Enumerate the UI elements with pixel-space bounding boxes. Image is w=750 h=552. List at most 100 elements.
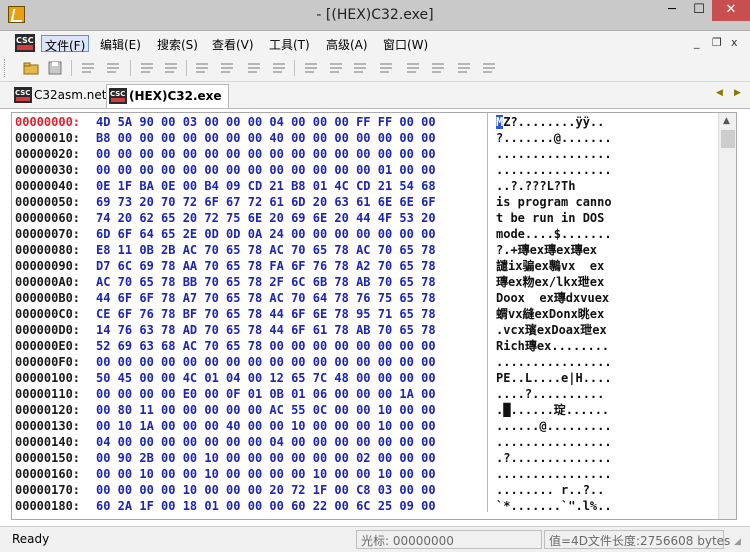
- row-hex-bytes[interactable]: 74 20 62 65 20 72 75 6E 20 69 6E 20 44 4…: [96, 210, 436, 226]
- row-ascii[interactable]: ................: [496, 146, 612, 162]
- row-hex-bytes[interactable]: 00 00 00 00 E0 00 0F 01 0B 01 06 00 00 0…: [96, 386, 436, 402]
- row-hex-bytes[interactable]: 00 00 00 00 00 00 00 00 00 00 00 00 00 0…: [96, 146, 436, 162]
- menu-item[interactable]: 工具(T): [266, 35, 313, 52]
- row-hex-bytes[interactable]: 52 69 63 68 AC 70 65 78 00 00 00 00 00 0…: [96, 338, 436, 354]
- row-hex-bytes[interactable]: 6D 6F 64 65 2E 0D 0D 0A 24 00 00 00 00 0…: [96, 226, 436, 242]
- row-ascii[interactable]: .vcx璸exDoax玴ex: [496, 322, 607, 338]
- tab-hex-c32[interactable]: CSC (HEX)C32.exe: [106, 84, 229, 108]
- row-ascii[interactable]: PE..L....e|H....: [496, 370, 612, 386]
- align-left-icon[interactable]: [327, 59, 345, 77]
- grid-icon[interactable]: [404, 59, 422, 77]
- tab-label: C32asm.net: [34, 88, 107, 102]
- row-ascii[interactable]: ................: [496, 434, 612, 450]
- row-ascii[interactable]: ..?.???L?Th: [496, 178, 575, 194]
- row-address: 000000B0:: [15, 291, 81, 305]
- wrench-icon[interactable]: [429, 59, 447, 77]
- row-ascii[interactable]: t be run in DOS: [496, 210, 612, 226]
- copy-icon[interactable]: [79, 59, 97, 77]
- menu-item[interactable]: 查看(V): [209, 35, 257, 52]
- row-ascii[interactable]: 譴ix骗ex鷒vx ex: [496, 258, 604, 274]
- resize-grip-icon[interactable]: ◢: [734, 537, 746, 549]
- row-hex-bytes[interactable]: 00 90 2B 00 00 10 00 00 00 00 00 00 02 0…: [96, 450, 436, 466]
- menu-item[interactable]: 高级(A): [323, 35, 371, 52]
- scroll-thumb[interactable]: [721, 130, 735, 148]
- scroll-up-icon[interactable]: ▲: [723, 116, 730, 126]
- toolbar-separator: [294, 60, 295, 76]
- row-ascii[interactable]: ?.+瑼ex瑼ex瑼ex: [496, 242, 597, 258]
- paste-icon[interactable]: [104, 59, 122, 77]
- menu-item[interactable]: 窗口(W): [380, 35, 431, 52]
- menu-item[interactable]: 搜索(S): [154, 35, 201, 52]
- vertical-scrollbar[interactable]: ▲: [718, 113, 736, 519]
- row-address: 000000F0:: [15, 355, 81, 369]
- edit-icon[interactable]: [193, 59, 211, 77]
- row-hex-bytes[interactable]: 50 45 00 00 4C 01 04 00 12 65 7C 48 00 0…: [96, 370, 436, 386]
- save-icon[interactable]: [46, 59, 64, 77]
- row-address: 000000E0:: [15, 339, 81, 353]
- fill-icon[interactable]: [245, 59, 263, 77]
- row-hex-bytes[interactable]: 44 6F 6F 78 A7 70 65 78 AC 70 64 78 76 7…: [96, 290, 436, 306]
- forward-arrow-icon[interactable]: [162, 59, 180, 77]
- row-ascii[interactable]: ?.......@.......: [496, 130, 612, 146]
- row-address: 000000C0:: [15, 307, 81, 321]
- insert-icon[interactable]: [218, 59, 236, 77]
- row-ascii[interactable]: MZ?........ÿÿ..: [496, 114, 604, 130]
- row-ascii[interactable]: ........ r..?..: [496, 482, 604, 498]
- row-hex-bytes[interactable]: AC 70 65 78 BB 70 65 78 2F 6C 6B 78 AB 7…: [96, 274, 436, 290]
- row-hex-bytes[interactable]: 00 00 00 00 00 00 00 00 00 00 00 00 00 0…: [96, 354, 436, 370]
- row-ascii[interactable]: ....?..........: [496, 386, 604, 402]
- tab-c32asm[interactable]: CSC C32asm.net: [12, 84, 106, 108]
- window-icon[interactable]: [455, 59, 473, 77]
- row-hex-bytes[interactable]: D7 6C 69 78 AA 70 65 78 FA 6F 76 78 A2 7…: [96, 258, 436, 274]
- hex-editor[interactable]: 00000000: 4D 5A 90 00 03 00 00 00 04 00 0…: [11, 112, 737, 520]
- tab-scroll-left-icon[interactable]: ◀: [716, 88, 723, 98]
- minimize-button[interactable]: ─: [658, 0, 686, 21]
- row-hex-bytes[interactable]: B8 00 00 00 00 00 00 00 40 00 00 00 00 0…: [96, 130, 436, 146]
- mdi-close-button[interactable]: x: [731, 36, 738, 49]
- back-arrow-icon[interactable]: [138, 59, 156, 77]
- toolbar-grip[interactable]: [4, 59, 7, 77]
- row-address: 00000080:: [15, 243, 81, 257]
- table-icon[interactable]: [480, 59, 498, 77]
- row-hex-bytes[interactable]: 69 73 20 70 72 6F 67 72 61 6D 20 63 61 6…: [96, 194, 436, 210]
- row-hex-bytes[interactable]: 00 00 10 00 00 10 00 00 00 00 10 00 00 1…: [96, 466, 436, 482]
- row-hex-bytes[interactable]: 00 00 00 00 00 00 00 00 00 00 00 00 00 0…: [96, 162, 436, 178]
- row-ascii[interactable]: is program canno: [496, 194, 612, 210]
- settings-icon[interactable]: [302, 59, 320, 77]
- row-hex-bytes[interactable]: 14 76 63 78 AD 70 65 78 44 6F 61 78 AB 7…: [96, 322, 436, 338]
- row-ascii[interactable]: mode....$.......: [496, 226, 612, 242]
- close-button[interactable]: ✕: [712, 0, 750, 21]
- tab-scroll-right-icon[interactable]: ▶: [734, 88, 741, 98]
- row-hex-bytes[interactable]: 0E 1F BA 0E 00 B4 09 CD 21 B8 01 4C CD 2…: [96, 178, 436, 194]
- row-ascii[interactable]: Rich瑼ex........: [496, 338, 609, 354]
- menu-item[interactable]: 文件(F): [41, 35, 90, 53]
- row-ascii[interactable]: .█......琔......: [496, 402, 609, 418]
- row-address: 00000010:: [15, 131, 81, 145]
- row-ascii[interactable]: ................: [496, 162, 612, 178]
- row-ascii[interactable]: 瑼ex粅ex/lkx玴ex: [496, 274, 604, 290]
- row-ascii[interactable]: 蝟vx縫exDonx晀ex: [496, 306, 604, 322]
- replace-icon[interactable]: [270, 59, 288, 77]
- row-hex-bytes[interactable]: 04 00 00 00 00 00 00 00 04 00 00 00 00 0…: [96, 434, 436, 450]
- row-hex-bytes[interactable]: 00 80 11 00 00 00 00 00 AC 55 0C 00 00 1…: [96, 402, 436, 418]
- align-center-icon[interactable]: [351, 59, 369, 77]
- row-ascii[interactable]: ......@.........: [496, 418, 612, 434]
- row-ascii[interactable]: .?..............: [496, 450, 612, 466]
- row-ascii[interactable]: Doox ex瑼dxvuex: [496, 290, 609, 306]
- block-icon[interactable]: [377, 59, 395, 77]
- maximize-button[interactable]: ☐: [686, 0, 712, 21]
- row-hex-bytes[interactable]: 00 10 1A 00 00 00 40 00 00 10 00 00 00 1…: [96, 418, 436, 434]
- svg-text:CSC: CSC: [110, 90, 125, 98]
- row-hex-bytes[interactable]: 00 00 00 00 10 00 00 00 20 72 1F 00 C8 0…: [96, 482, 436, 498]
- row-address: 00000000:: [15, 115, 81, 129]
- row-hex-bytes[interactable]: 4D 5A 90 00 03 00 00 00 04 00 00 00 FF F…: [96, 114, 436, 130]
- row-address: 00000090:: [15, 259, 81, 273]
- menu-item[interactable]: 编辑(E): [97, 35, 144, 52]
- row-hex-bytes[interactable]: CE 6F 76 78 BF 70 65 78 44 6F 6E 78 95 7…: [96, 306, 436, 322]
- open-file-icon[interactable]: [22, 59, 40, 77]
- row-ascii[interactable]: ................: [496, 466, 612, 482]
- row-hex-bytes[interactable]: E8 11 0B 2B AC 70 65 78 AC 70 65 78 AC 7…: [96, 242, 436, 258]
- mdi-minimize-button[interactable]: _: [694, 36, 700, 49]
- row-ascii[interactable]: ................: [496, 354, 612, 370]
- mdi-restore-button[interactable]: ❐: [712, 36, 722, 49]
